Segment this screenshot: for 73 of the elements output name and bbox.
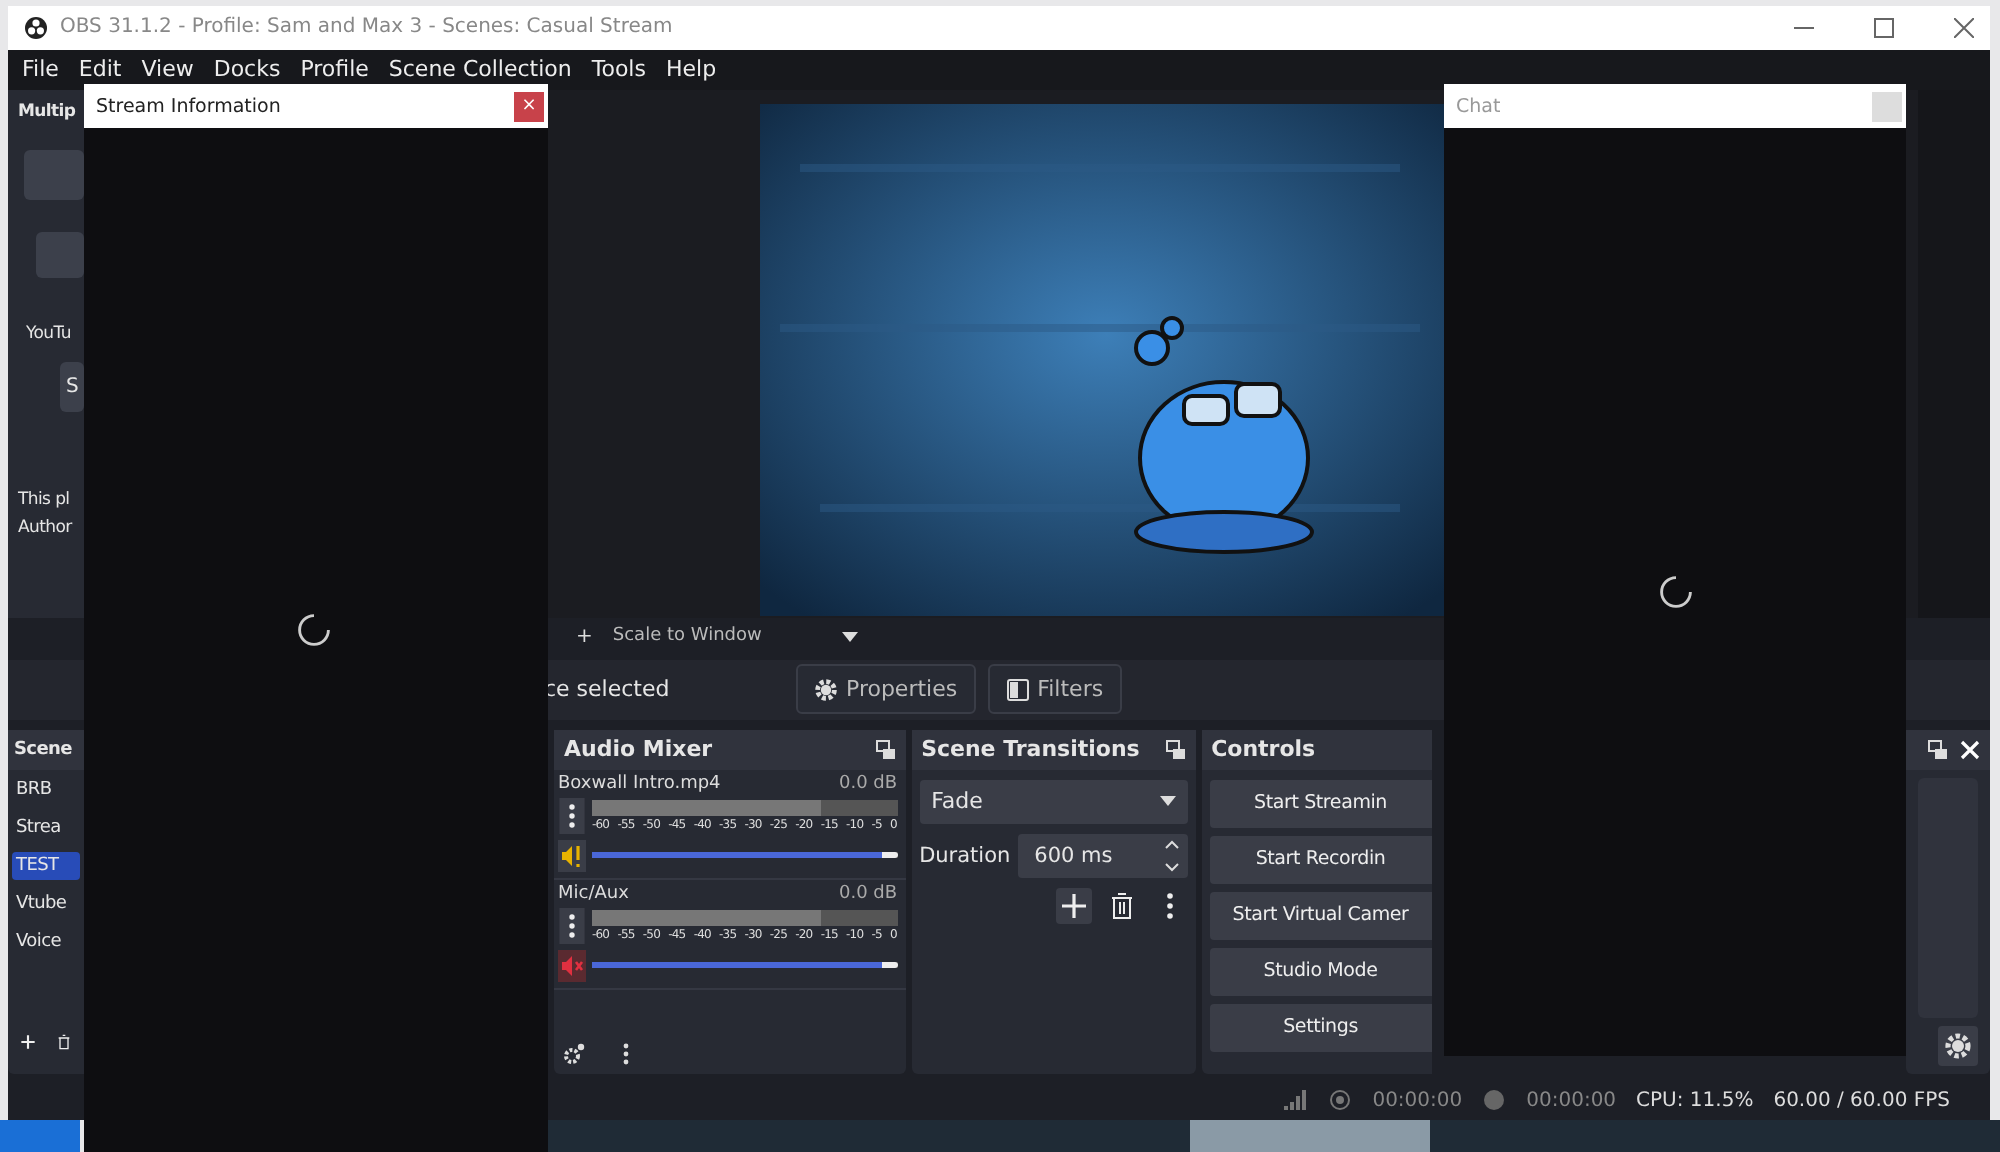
control-button[interactable]: Settings	[1209, 1003, 1432, 1052]
undock-icon[interactable]	[1165, 739, 1186, 760]
scene-item[interactable]: Voice	[12, 927, 80, 956]
volume-reading: 0.0 dB	[839, 883, 898, 904]
note-text: Author	[18, 517, 72, 538]
scene-item[interactable]: Vtube	[12, 889, 80, 918]
control-button[interactable]: Start Recordin	[1209, 835, 1432, 884]
spinner-arrows-icon	[1163, 835, 1180, 876]
add-icon[interactable]	[1055, 887, 1092, 924]
properties-button[interactable]: Properties	[796, 664, 976, 715]
menu-item[interactable]: Edit	[78, 56, 122, 83]
close-icon[interactable]	[1954, 17, 1974, 38]
volume-slider[interactable]	[592, 852, 898, 859]
stream-icon	[1328, 1088, 1353, 1113]
signal-icon	[1284, 1088, 1309, 1113]
scene-item[interactable]: Strea	[12, 813, 80, 842]
panel-button[interactable]: S	[60, 361, 84, 412]
loading-spinner-icon	[1658, 574, 1694, 610]
maximize-icon[interactable]	[1874, 17, 1894, 38]
dock-title: Multip	[18, 101, 76, 122]
volume-slider[interactable]	[592, 962, 898, 969]
dock-title: Scene	[14, 739, 72, 760]
more-icon[interactable]	[558, 797, 586, 834]
scene-item[interactable]: BRB	[12, 775, 80, 804]
cpu-usage: CPU: 11.5%	[1636, 1089, 1754, 1112]
app-logo-icon	[24, 15, 48, 40]
filters-button[interactable]: Filters	[987, 664, 1122, 715]
close-button[interactable]: ×	[514, 91, 544, 121]
scene-item[interactable]: TEST	[12, 851, 80, 880]
window-title: Stream Information	[96, 95, 281, 117]
menu-item[interactable]: File	[22, 56, 59, 83]
channel-name: Mic/Aux	[558, 883, 629, 904]
start-button[interactable]	[0, 1120, 80, 1152]
menu-item[interactable]: Docks	[213, 56, 281, 83]
control-button[interactable]: Start Virtual Camer	[1209, 891, 1432, 940]
filter-icon	[1005, 677, 1030, 702]
dock-title: Scene Transitions	[921, 736, 1140, 763]
menu-item[interactable]: View	[141, 56, 194, 83]
control-button[interactable]: Start Streamin	[1209, 779, 1432, 828]
menu-item[interactable]: Profile	[300, 56, 369, 83]
menu-item[interactable]: Tools	[591, 56, 646, 83]
more-icon[interactable]	[558, 907, 586, 944]
stream-time: 00:00:00	[1372, 1089, 1463, 1112]
loading-spinner-icon	[296, 612, 332, 648]
dock-title: Audio Mixer	[564, 736, 713, 763]
gear-icon[interactable]	[562, 1042, 586, 1067]
channel-name: Boxwall Intro.mp4	[558, 773, 721, 794]
settings-icon[interactable]	[1938, 1026, 1978, 1067]
menu-item[interactable]: Scene Collection	[388, 56, 572, 83]
menu-item[interactable]: Help	[665, 56, 717, 83]
transition-dropdown[interactable]: Fade	[919, 779, 1188, 824]
undock-icon[interactable]	[1928, 739, 1948, 760]
record-time: 00:00:00	[1526, 1089, 1617, 1112]
record-icon	[1482, 1088, 1507, 1113]
gear-icon	[814, 677, 838, 702]
duration-field[interactable]: 600 ms	[1018, 833, 1188, 878]
window-title: OBS 31.1.2 - Profile: Sam and Max 3 - Scenes: Casual Stream	[60, 16, 673, 39]
fps-reading: 60.00 / 60.00 FPS	[1773, 1089, 1950, 1112]
dock-title: Controls	[1211, 736, 1316, 763]
note-text: This pl	[18, 489, 70, 510]
speaker-warning-icon[interactable]	[558, 837, 586, 874]
caret-icon	[1159, 796, 1176, 807]
scale-dropdown[interactable]: Scale to Window	[612, 626, 858, 647]
add-button[interactable]: +	[568, 625, 601, 648]
caret-icon	[841, 631, 858, 642]
undock-icon[interactable]	[875, 739, 896, 760]
volume-reading: 0.0 dB	[839, 773, 898, 794]
trash-icon[interactable]	[56, 1030, 72, 1055]
window-title: Chat	[1456, 95, 1501, 117]
platform-label: YouTu	[26, 323, 71, 344]
duration-label: Duration	[919, 843, 1011, 868]
control-button[interactable]: Studio Mode	[1209, 947, 1432, 996]
add-icon[interactable]	[20, 1030, 36, 1055]
